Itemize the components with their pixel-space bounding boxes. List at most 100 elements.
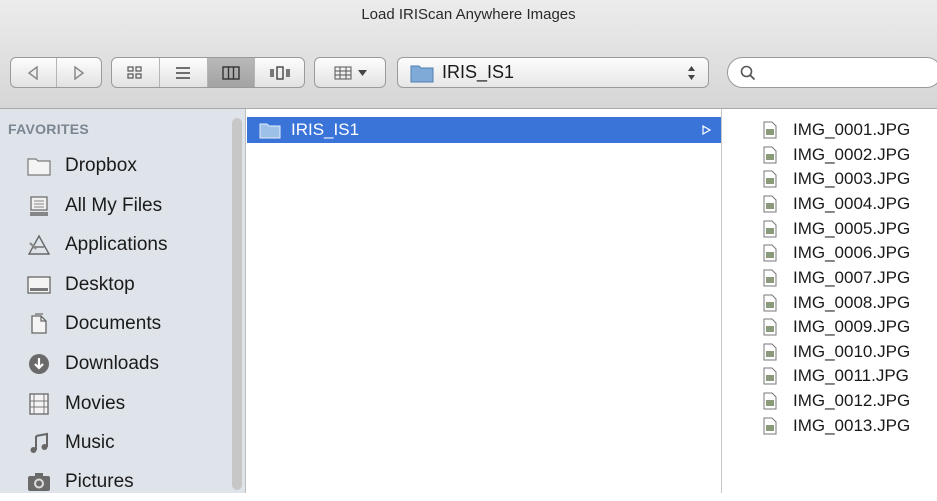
path-popup[interactable]: IRIS_IS1 (397, 57, 709, 88)
file-name: IMG_0006.JPG (793, 243, 911, 262)
sidebar-item-downloads[interactable]: Downloads (0, 345, 230, 383)
sidebar-item-label: Music (65, 432, 115, 453)
view-mode-control (111, 57, 305, 88)
arrange-popup[interactable] (314, 57, 386, 88)
updown-arrows-icon (688, 65, 695, 80)
jpg-file-icon (763, 244, 777, 262)
file-row[interactable]: IMG_0006.JPG (723, 241, 937, 265)
jpg-file-icon (763, 170, 777, 188)
file-row[interactable]: IMG_0007.JPG (723, 266, 937, 290)
coverflow-view-button[interactable] (255, 58, 304, 87)
file-name: IMG_0007.JPG (793, 268, 911, 287)
sidebar-item-label: Pictures (65, 471, 134, 492)
jpg-file-icon (763, 343, 777, 361)
sidebar-item-label: All My Files (65, 195, 163, 216)
file-row[interactable]: IMG_0008.JPG (723, 291, 937, 315)
window-titlebar: Load IRIScan Anywhere Images IRIS_IS1 (0, 0, 937, 109)
file-row[interactable]: IMG_0010.JPG (723, 340, 937, 364)
back-button[interactable] (11, 58, 57, 87)
sidebar-item-documents[interactable]: Documents (0, 305, 230, 343)
pictures-icon (27, 470, 51, 494)
sidebar-item-movies[interactable]: Movies (0, 385, 230, 423)
column-view-button[interactable] (207, 58, 256, 87)
chevron-down-icon (357, 69, 367, 76)
applications-icon (27, 233, 51, 257)
sidebar: FAVORITES Dropbox All My Files Applicati… (0, 109, 246, 493)
file-row[interactable]: IMG_0011.JPG (723, 364, 937, 388)
file-row[interactable]: IMG_0001.JPG (723, 118, 937, 142)
back-forward-control (10, 57, 102, 88)
browser-column-2: IMG_0001.JPG IMG_0002.JPG IMG_0003.JPG I… (723, 109, 937, 493)
sidebar-item-label: Downloads (65, 353, 159, 374)
folder-icon (259, 123, 281, 139)
file-name: IMG_0009.JPG (793, 317, 911, 336)
documents-icon (27, 312, 51, 336)
sidebar-heading: FAVORITES (8, 121, 90, 137)
column-row-selected[interactable]: IRIS_IS1 (247, 117, 721, 143)
folder-icon (410, 65, 434, 82)
arrange-grid-icon (334, 66, 351, 79)
icon-view-button[interactable] (112, 58, 160, 87)
icon-view-icon (127, 65, 142, 79)
file-name: IMG_0004.JPG (793, 194, 911, 213)
list-view-icon (176, 66, 191, 79)
coverflow-view-icon (269, 65, 290, 80)
jpg-file-icon (763, 318, 777, 336)
file-name: IMG_0005.JPG (793, 219, 911, 238)
file-row[interactable]: IMG_0003.JPG (723, 167, 937, 191)
music-icon (27, 431, 51, 455)
file-row[interactable]: IMG_0009.JPG (723, 315, 937, 339)
file-row[interactable]: IMG_0002.JPG (723, 143, 937, 167)
sidebar-item-desktop[interactable]: Desktop (0, 266, 230, 304)
sidebar-item-label: Movies (65, 393, 126, 414)
jpg-file-icon (763, 294, 777, 312)
back-arrow-icon (28, 65, 38, 80)
sidebar-scrollbar[interactable] (232, 118, 242, 490)
jpg-file-icon (763, 417, 777, 435)
window-title: Load IRIScan Anywhere Images (361, 6, 576, 23)
arrange-popup-inner (315, 58, 385, 87)
browser-column-1: IRIS_IS1 (247, 109, 722, 493)
file-row[interactable]: IMG_0005.JPG (723, 217, 937, 241)
disclosure-arrow-icon (702, 125, 711, 135)
file-name: IMG_0003.JPG (793, 169, 911, 188)
sidebar-item-music[interactable]: Music (0, 424, 230, 462)
file-name: IMG_0010.JPG (793, 342, 911, 361)
downloads-icon (27, 352, 51, 376)
file-row[interactable]: IMG_0004.JPG (723, 192, 937, 216)
sidebar-item-label: Documents (65, 313, 162, 334)
list-view-button[interactable] (160, 58, 208, 87)
file-name: IMG_0012.JPG (793, 391, 911, 410)
jpg-file-icon (763, 392, 777, 410)
desktop-icon (27, 273, 51, 297)
file-row[interactable]: IMG_0013.JPG (723, 414, 937, 438)
path-popup-label: IRIS_IS1 (442, 62, 515, 82)
sidebar-item-label: Applications (65, 234, 168, 255)
file-name: IMG_0002.JPG (793, 145, 911, 164)
column-view-icon (222, 65, 240, 80)
forward-arrow-icon (74, 65, 84, 80)
jpg-file-icon (763, 121, 777, 139)
file-row[interactable]: IMG_0012.JPG (723, 389, 937, 413)
sidebar-item-label: Desktop (65, 274, 135, 295)
jpg-file-icon (763, 367, 777, 385)
file-name: IMG_0013.JPG (793, 416, 911, 435)
sidebar-item-all-my-files[interactable]: All My Files (0, 187, 230, 225)
movies-icon (27, 392, 51, 416)
files-icon (27, 194, 51, 218)
jpg-file-icon (763, 220, 777, 238)
sidebar-item-pictures[interactable]: Pictures (0, 463, 230, 501)
jpg-file-icon (763, 195, 777, 213)
file-name: IMG_0011.JPG (793, 366, 909, 385)
sidebar-item-dropbox[interactable]: Dropbox (0, 147, 230, 185)
forward-button[interactable] (57, 58, 102, 87)
jpg-file-icon (763, 269, 777, 287)
jpg-file-icon (763, 146, 777, 164)
file-name: IMG_0008.JPG (793, 293, 911, 312)
folder-icon (27, 154, 51, 178)
sidebar-item-label: Dropbox (65, 155, 137, 176)
column-row-label: IRIS_IS1 (291, 120, 360, 139)
sidebar-item-applications[interactable]: Applications (0, 226, 230, 264)
search-field[interactable] (727, 57, 937, 88)
file-name: IMG_0001.JPG (793, 120, 911, 139)
